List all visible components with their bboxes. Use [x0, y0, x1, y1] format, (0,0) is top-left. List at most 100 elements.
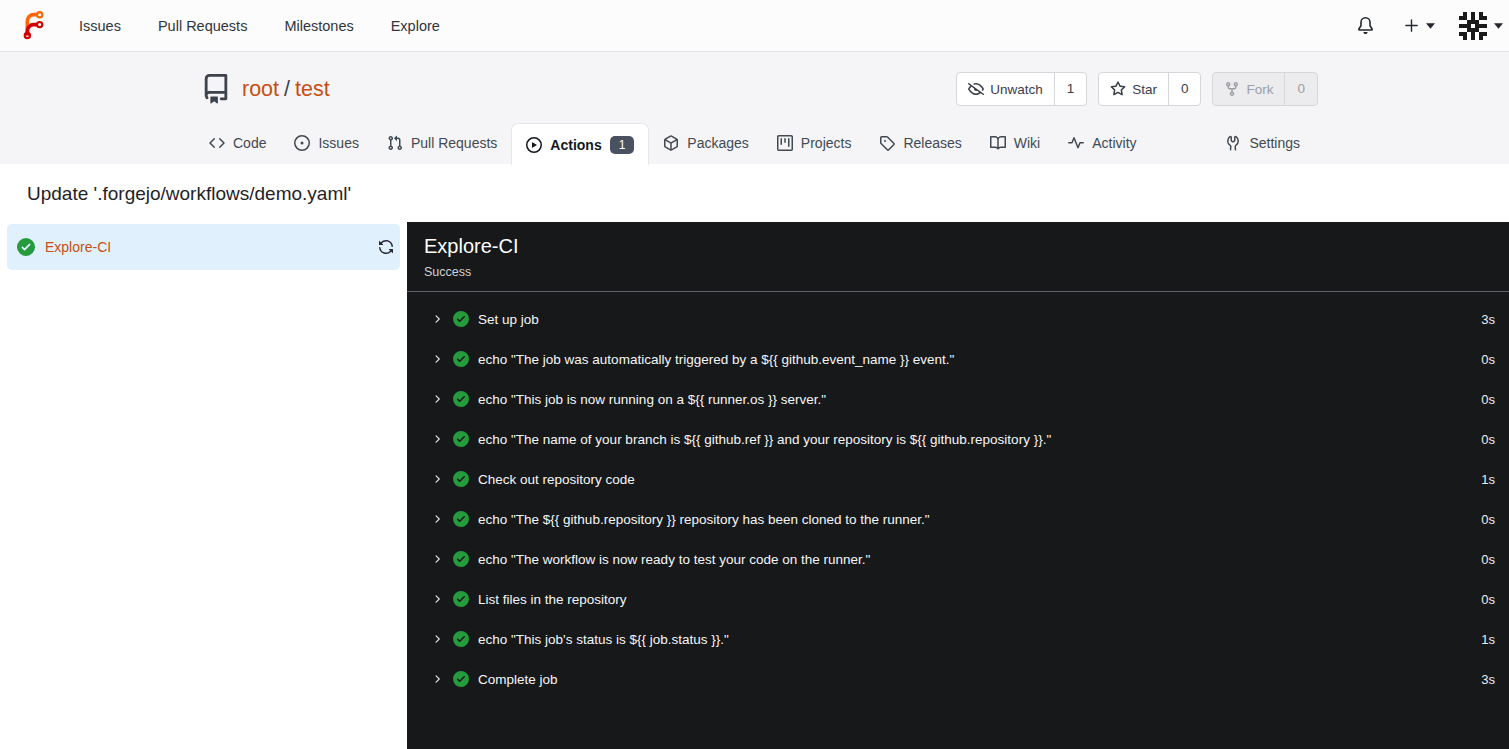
- fork-count: 0: [1284, 73, 1317, 105]
- top-navbar: Issues Pull Requests Milestones Explore: [0, 0, 1509, 52]
- step-row[interactable]: echo "The ${{ github.repository }} repos…: [407, 499, 1509, 539]
- check-circle-icon: [453, 431, 469, 447]
- run-area: Explore-CI Explore-CI Success Set up job…: [0, 222, 1509, 749]
- step-name: echo "The ${{ github.repository }} repos…: [478, 512, 930, 527]
- run-title: Update '.forgejo/workflows/demo.yaml': [0, 164, 1509, 222]
- forgejo-logo[interactable]: [18, 10, 49, 41]
- nav-item-explore[interactable]: Explore: [391, 18, 440, 34]
- nav-item-milestones[interactable]: Milestones: [284, 18, 353, 34]
- nav-item-pull-requests[interactable]: Pull Requests: [158, 18, 247, 34]
- step-name: Complete job: [478, 672, 558, 687]
- play-icon: [526, 137, 542, 153]
- chevron-right-icon: [431, 473, 443, 485]
- step-duration: 0s: [1481, 392, 1495, 407]
- step-row[interactable]: echo "This job is now running on a ${{ r…: [407, 379, 1509, 419]
- step-name: Check out repository code: [478, 472, 635, 487]
- chevron-down-icon: [1426, 23, 1435, 29]
- notifications-bell-icon[interactable]: [1357, 17, 1374, 34]
- tab-pull-requests[interactable]: Pull Requests: [373, 122, 511, 164]
- book-icon: [990, 135, 1006, 151]
- check-circle-icon: [453, 591, 469, 607]
- check-circle-icon: [453, 511, 469, 527]
- step-row[interactable]: Set up job 3s: [407, 299, 1509, 339]
- nav-item-issues[interactable]: Issues: [79, 18, 121, 34]
- package-icon: [663, 135, 679, 151]
- step-name: echo "The job was automatically triggere…: [478, 352, 954, 367]
- chevron-right-icon: [431, 353, 443, 365]
- job-status: Success: [424, 265, 1492, 279]
- unwatch-button[interactable]: Unwatch 1: [956, 72, 1087, 106]
- pull-request-icon: [387, 135, 403, 151]
- step-name: echo "This job's status is ${{ job.statu…: [478, 632, 729, 647]
- check-circle-icon: [453, 351, 469, 367]
- step-row[interactable]: Complete job 3s: [407, 659, 1509, 699]
- tab-code[interactable]: Code: [195, 122, 280, 164]
- job-log-title: Explore-CI: [424, 235, 1492, 258]
- repo-owner-link[interactable]: root: [242, 77, 279, 101]
- chevron-right-icon: [431, 593, 443, 605]
- chevron-right-icon: [431, 313, 443, 325]
- check-circle-icon: [17, 238, 35, 256]
- step-name: echo "The workflow is now ready to test …: [478, 552, 870, 567]
- pulse-icon: [1068, 135, 1084, 151]
- steps-list: Set up job 3s echo "The job was automati…: [407, 292, 1509, 699]
- actions-count-badge: 1: [610, 136, 635, 154]
- tab-projects[interactable]: Projects: [763, 122, 866, 164]
- step-row[interactable]: Check out repository code 1s: [407, 459, 1509, 499]
- star-count: 0: [1168, 73, 1201, 105]
- step-duration: 0s: [1481, 592, 1495, 607]
- check-circle-icon: [453, 311, 469, 327]
- repo-name-link[interactable]: test: [295, 77, 330, 101]
- tab-wiki[interactable]: Wiki: [976, 122, 1054, 164]
- job-log-panel: Explore-CI Success Set up job 3s echo "T…: [407, 222, 1509, 749]
- user-menu[interactable]: [1459, 12, 1503, 40]
- tab-releases[interactable]: Releases: [865, 122, 975, 164]
- plus-icon: [1404, 18, 1419, 33]
- chevron-down-icon: [1494, 23, 1503, 29]
- chevron-right-icon: [431, 553, 443, 565]
- step-duration: 3s: [1481, 312, 1495, 327]
- chevron-right-icon: [431, 633, 443, 645]
- tab-issues[interactable]: Issues: [280, 122, 372, 164]
- tab-packages[interactable]: Packages: [649, 122, 762, 164]
- job-name: Explore-CI: [45, 239, 111, 255]
- check-circle-icon: [453, 551, 469, 567]
- step-row[interactable]: echo "The job was automatically triggere…: [407, 339, 1509, 379]
- step-row[interactable]: echo "The name of your branch is ${{ git…: [407, 419, 1509, 459]
- repo-separator: /: [279, 77, 295, 101]
- step-row[interactable]: echo "This job's status is ${{ job.statu…: [407, 619, 1509, 659]
- step-row[interactable]: echo "The workflow is now ready to test …: [407, 539, 1509, 579]
- step-duration: 0s: [1481, 552, 1495, 567]
- step-name: Set up job: [478, 312, 539, 327]
- tools-icon: [1225, 135, 1241, 151]
- repo-title: root/test: [242, 77, 330, 102]
- step-duration: 0s: [1481, 432, 1495, 447]
- step-row[interactable]: List files in the repository 0s: [407, 579, 1509, 619]
- repo-header: root/test Unwatch 1 Star 0: [0, 52, 1509, 164]
- refresh-icon[interactable]: [378, 239, 394, 255]
- jobs-sidebar: Explore-CI: [0, 222, 407, 749]
- step-duration: 0s: [1481, 512, 1495, 527]
- code-icon: [209, 135, 225, 151]
- step-name: echo "The name of your branch is ${{ git…: [478, 432, 1051, 447]
- job-item-explore-ci[interactable]: Explore-CI: [7, 224, 400, 270]
- step-name: echo "This job is now running on a ${{ r…: [478, 392, 826, 407]
- create-new-menu[interactable]: [1404, 18, 1435, 33]
- tab-activity[interactable]: Activity: [1054, 122, 1150, 164]
- tab-actions[interactable]: Actions 1: [511, 123, 649, 165]
- step-duration: 1s: [1481, 472, 1495, 487]
- chevron-right-icon: [431, 673, 443, 685]
- chevron-right-icon: [431, 393, 443, 405]
- issue-icon: [294, 135, 310, 151]
- watch-count: 1: [1054, 73, 1087, 105]
- eye-slash-icon: [968, 81, 984, 97]
- step-duration: 3s: [1481, 672, 1495, 687]
- step-name: List files in the repository: [478, 592, 627, 607]
- step-duration: 1s: [1481, 632, 1495, 647]
- tag-icon: [879, 135, 895, 151]
- tab-settings[interactable]: Settings: [1211, 122, 1314, 164]
- repo-action-buttons: Unwatch 1 Star 0 Fork 0: [956, 72, 1318, 106]
- star-button[interactable]: Star 0: [1098, 72, 1201, 106]
- navbar-right: [1357, 12, 1503, 40]
- star-icon: [1110, 81, 1126, 97]
